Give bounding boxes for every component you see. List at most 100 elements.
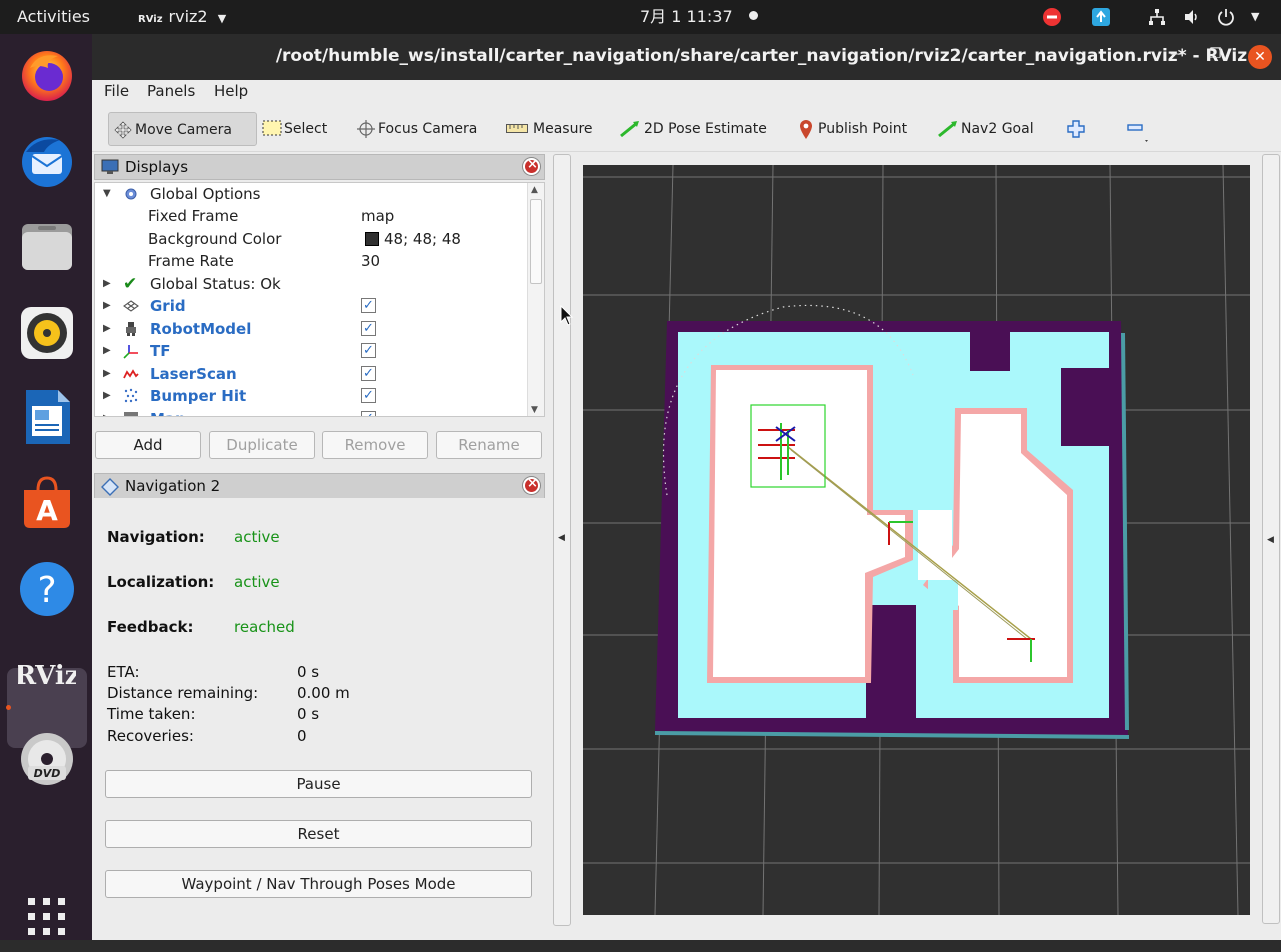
clock[interactable]: 7月 1 11:37 <box>640 0 758 34</box>
rviz-icon[interactable]: RViz <box>18 646 76 704</box>
tree-row-frame-rate[interactable]: Frame Rate 30 <box>95 250 525 272</box>
expand-right-icon[interactable]: ◀ <box>1267 535 1274 545</box>
display-checkbox-bumper-hit[interactable]: ✓ <box>361 388 376 403</box>
collapsed-arrow-icon[interactable]: ▶ <box>103 273 111 295</box>
move-camera-tool[interactable]: Move Camera <box>108 112 257 146</box>
minimize-icon[interactable]: — <box>1170 46 1184 62</box>
tree-row-tf[interactable]: ▶ TF ✓ <box>95 340 525 362</box>
waypoint-mode-button[interactable]: Waypoint / Nav Through Poses Mode <box>105 870 532 898</box>
libreoffice-writer-icon[interactable] <box>18 388 76 446</box>
system-menu-chevron-icon[interactable]: ▼ <box>1251 10 1259 23</box>
select-tool[interactable]: Select <box>260 112 340 146</box>
2d-pose-estimate-tool[interactable]: 2D Pose Estimate <box>617 112 777 146</box>
displays-tree[interactable]: ▼ Global Options Fixed Frame map Backgro… <box>94 182 545 417</box>
add-tool-icon[interactable] <box>1067 120 1085 138</box>
display-checkbox-laserscan[interactable]: ✓ <box>361 366 376 381</box>
color-swatch-icon[interactable] <box>365 232 379 246</box>
frame-rate-label: Frame Rate <box>148 252 234 270</box>
3d-scene[interactable] <box>583 165 1250 915</box>
frame-rate-value[interactable]: 30 <box>361 250 380 272</box>
activities-button[interactable]: Activities <box>17 0 90 34</box>
render-panel[interactable] <box>572 152 1251 928</box>
add-display-button[interactable]: Add <box>95 431 201 459</box>
window-title-bar[interactable]: /root/humble_ws/install/carter_navigatio… <box>92 34 1281 80</box>
close-navigation-panel-icon[interactable] <box>523 476 540 494</box>
collapsed-arrow-icon[interactable]: ▶ <box>103 363 111 385</box>
menu-file[interactable]: File <box>104 82 129 100</box>
network-icon[interactable] <box>1147 7 1167 27</box>
display-checkbox-grid[interactable]: ✓ <box>361 298 376 313</box>
feedback-status-value: reached <box>234 618 295 636</box>
close-displays-panel-icon[interactable] <box>523 157 540 175</box>
rhythmbox-icon[interactable] <box>18 304 76 362</box>
display-checkbox-tf[interactable]: ✓ <box>361 343 376 358</box>
displays-panel-header[interactable]: Displays <box>94 154 545 180</box>
firefox-icon[interactable] <box>18 46 76 104</box>
help-icon[interactable]: ? <box>18 560 76 618</box>
tree-row-bumper-hit[interactable]: ▶ Bumper Hit ✓ <box>95 385 525 407</box>
tree-row-grid[interactable]: ▶ Grid ✓ <box>95 295 525 317</box>
show-apps-icon[interactable] <box>18 894 76 952</box>
duplicate-display-button[interactable]: Duplicate <box>209 431 315 459</box>
navigation-panel-header[interactable]: Navigation 2 <box>94 473 545 499</box>
collapsed-arrow-icon[interactable]: ▶ <box>103 408 111 416</box>
close-window-button[interactable]: ✕ <box>1248 45 1272 69</box>
menu-panels[interactable]: Panels <box>147 82 195 100</box>
monitor-icon <box>101 159 119 174</box>
background-color-value[interactable]: 48; 48; 48 <box>384 228 461 250</box>
nav2-goal-tool[interactable]: Nav2 Goal <box>935 112 1047 146</box>
remove-display-button[interactable]: Remove <box>322 431 428 459</box>
app-menu-badge: RViz <box>138 14 163 25</box>
power-icon[interactable] <box>1216 7 1236 27</box>
dvd-icon[interactable]: DVD <box>18 730 76 788</box>
fixed-frame-value[interactable]: map <box>361 205 394 227</box>
tree-row-fixed-frame[interactable]: Fixed Frame map <box>95 205 525 227</box>
display-name-grid: Grid <box>150 297 186 315</box>
expand-arrow-icon[interactable]: ▼ <box>103 183 111 205</box>
volume-icon[interactable] <box>1182 7 1202 27</box>
update-tray-icon[interactable] <box>1091 7 1111 27</box>
publish-point-label: Publish Point <box>818 121 908 137</box>
rename-display-button[interactable]: Rename <box>436 431 542 459</box>
toolbar: Move Camera Select Focus Camera Measure … <box>92 104 1281 152</box>
navigation-panel-title: Navigation 2 <box>125 477 221 495</box>
tree-row-background-color[interactable]: Background Color 48; 48; 48 <box>95 228 525 250</box>
tree-row-robotmodel[interactable]: ▶ RobotModel ✓ <box>95 318 525 340</box>
displays-scrollbar[interactable]: ▲ ▼ <box>527 183 544 416</box>
do-not-disturb-icon[interactable] <box>1042 7 1062 27</box>
collapsed-arrow-icon[interactable]: ▶ <box>103 385 111 407</box>
localization-status-label: Localization: <box>107 573 215 591</box>
tree-row-laserscan[interactable]: ▶ LaserScan ✓ <box>95 363 525 385</box>
collapsed-arrow-icon[interactable]: ▶ <box>103 295 111 317</box>
tree-row-map[interactable]: ▶ Map ✓ <box>95 408 525 416</box>
display-checkbox-map[interactable]: ✓ <box>361 411 376 416</box>
splitter-handle[interactable]: ◀ <box>553 154 571 926</box>
right-dock-collapsed[interactable]: ◀ <box>1251 152 1281 940</box>
scroll-down-icon[interactable]: ▼ <box>531 405 538 415</box>
thunderbird-icon[interactable] <box>18 132 76 190</box>
remove-tool-icon[interactable] <box>1126 120 1150 146</box>
menu-help[interactable]: Help <box>214 82 248 100</box>
pause-button[interactable]: Pause <box>105 770 532 798</box>
navigation-status-value: active <box>234 528 280 546</box>
tree-row-global-status[interactable]: ▶ ✔ Global Status: Ok <box>95 273 525 295</box>
collapse-left-icon[interactable]: ◀ <box>558 533 565 543</box>
app-menu[interactable]: RViz rviz2 ▼ <box>138 0 226 34</box>
files-icon[interactable] <box>18 218 76 276</box>
right-splitter-handle[interactable]: ◀ <box>1262 154 1280 924</box>
scroll-up-icon[interactable]: ▲ <box>531 185 538 195</box>
reset-button[interactable]: Reset <box>105 820 532 848</box>
collapsed-arrow-icon[interactable]: ▶ <box>103 318 111 340</box>
publish-point-tool[interactable]: Publish Point <box>796 112 922 146</box>
recoveries-label: Recoveries: <box>107 727 194 745</box>
display-checkbox-robotmodel[interactable]: ✓ <box>361 321 376 336</box>
measure-tool[interactable]: Measure <box>504 112 596 146</box>
restore-icon[interactable]: ❐ <box>1209 46 1222 62</box>
collapsed-arrow-icon[interactable]: ▶ <box>103 340 111 362</box>
scrollbar-thumb[interactable] <box>530 199 542 284</box>
focus-camera-tool[interactable]: Focus Camera <box>354 112 484 146</box>
display-name-laserscan: LaserScan <box>150 365 237 383</box>
app-center-icon[interactable]: A <box>18 474 76 532</box>
tree-row-global-options[interactable]: ▼ Global Options <box>95 183 525 205</box>
left-panel-splitter[interactable]: ◀ <box>552 152 572 928</box>
